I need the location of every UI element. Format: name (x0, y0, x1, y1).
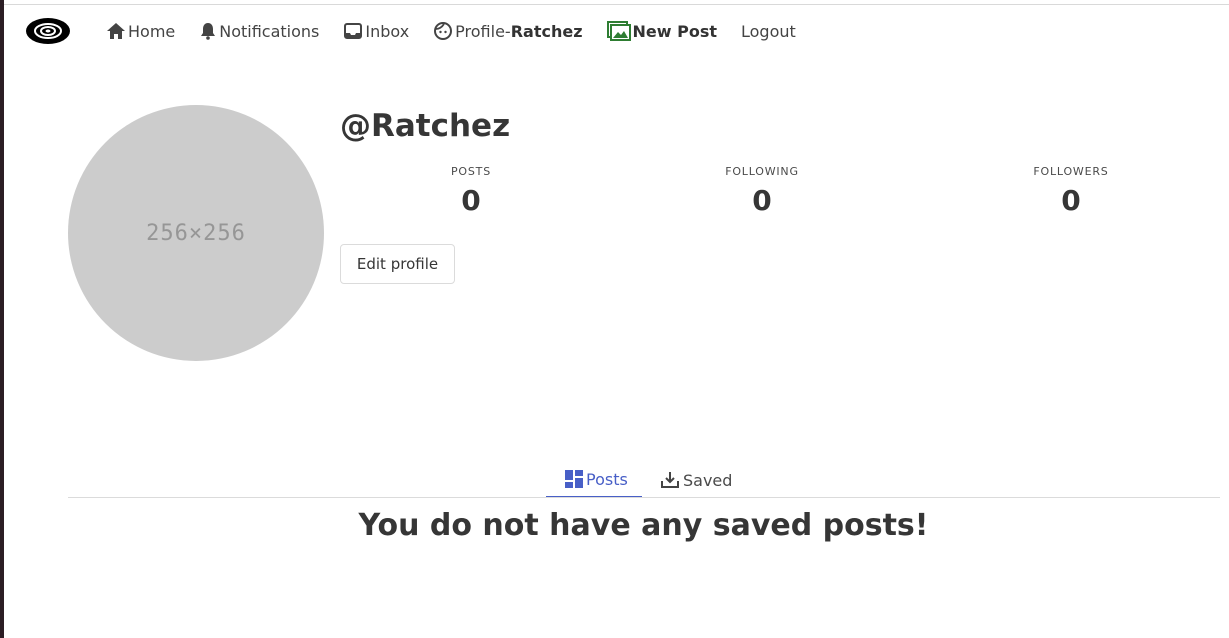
avatar-placeholder-text: 256×256 (146, 220, 246, 246)
avatar: 256×256 (68, 105, 324, 361)
nav-inbox-label: Inbox (365, 21, 410, 41)
stat-posts-label: POSTS (451, 165, 491, 178)
profile-username: @Ratchez (340, 108, 511, 144)
tab-posts[interactable]: Posts (546, 462, 642, 498)
empty-saved-message: You do not have any saved posts! (358, 508, 929, 543)
nav-new-post[interactable]: New Post (606, 21, 717, 41)
nav-home-label: Home (128, 21, 176, 41)
download-icon (660, 471, 680, 489)
dashboard-icon (565, 470, 583, 488)
inbox-icon (343, 22, 363, 40)
tab-saved[interactable]: Saved (660, 462, 732, 498)
nav-home[interactable]: Home (106, 22, 175, 41)
tabs-divider (68, 497, 1220, 498)
nav-profile-username: Ratchez (510, 21, 583, 41)
edit-profile-button[interactable]: Edit profile (340, 244, 455, 284)
image-folder-icon (606, 21, 631, 41)
stat-followers: FOLLOWERS 0 (991, 165, 1151, 217)
nav-new-post-label: New Post (632, 21, 717, 41)
navbar: Home Notifications Inbox Profile- Ratchez… (26, 14, 820, 48)
stat-posts-value: 0 (461, 184, 481, 217)
stat-following: FOLLOWING 0 (682, 165, 842, 217)
bell-icon (199, 22, 217, 40)
stat-posts: POSTS 0 (391, 165, 551, 217)
stat-followers-label: FOLLOWERS (1033, 165, 1109, 178)
nav-inbox[interactable]: Inbox (343, 22, 409, 41)
stat-followers-value: 0 (1061, 184, 1081, 217)
home-icon (106, 22, 126, 40)
nav-profile-prefix: Profile- (455, 21, 511, 41)
tab-posts-label: Posts (586, 469, 628, 489)
logo-icon[interactable] (26, 18, 70, 44)
face-icon (433, 21, 453, 41)
nav-notifications-label: Notifications (219, 21, 320, 41)
top-divider (4, 4, 1229, 5)
nav-notifications[interactable]: Notifications (199, 22, 319, 41)
stat-following-value: 0 (752, 184, 772, 217)
tab-saved-label: Saved (683, 470, 733, 490)
stat-following-label: FOLLOWING (725, 165, 799, 178)
nav-logout-label: Logout (741, 21, 796, 41)
nav-logout[interactable]: Logout (741, 22, 796, 41)
nav-profile[interactable]: Profile- Ratchez (433, 21, 583, 41)
